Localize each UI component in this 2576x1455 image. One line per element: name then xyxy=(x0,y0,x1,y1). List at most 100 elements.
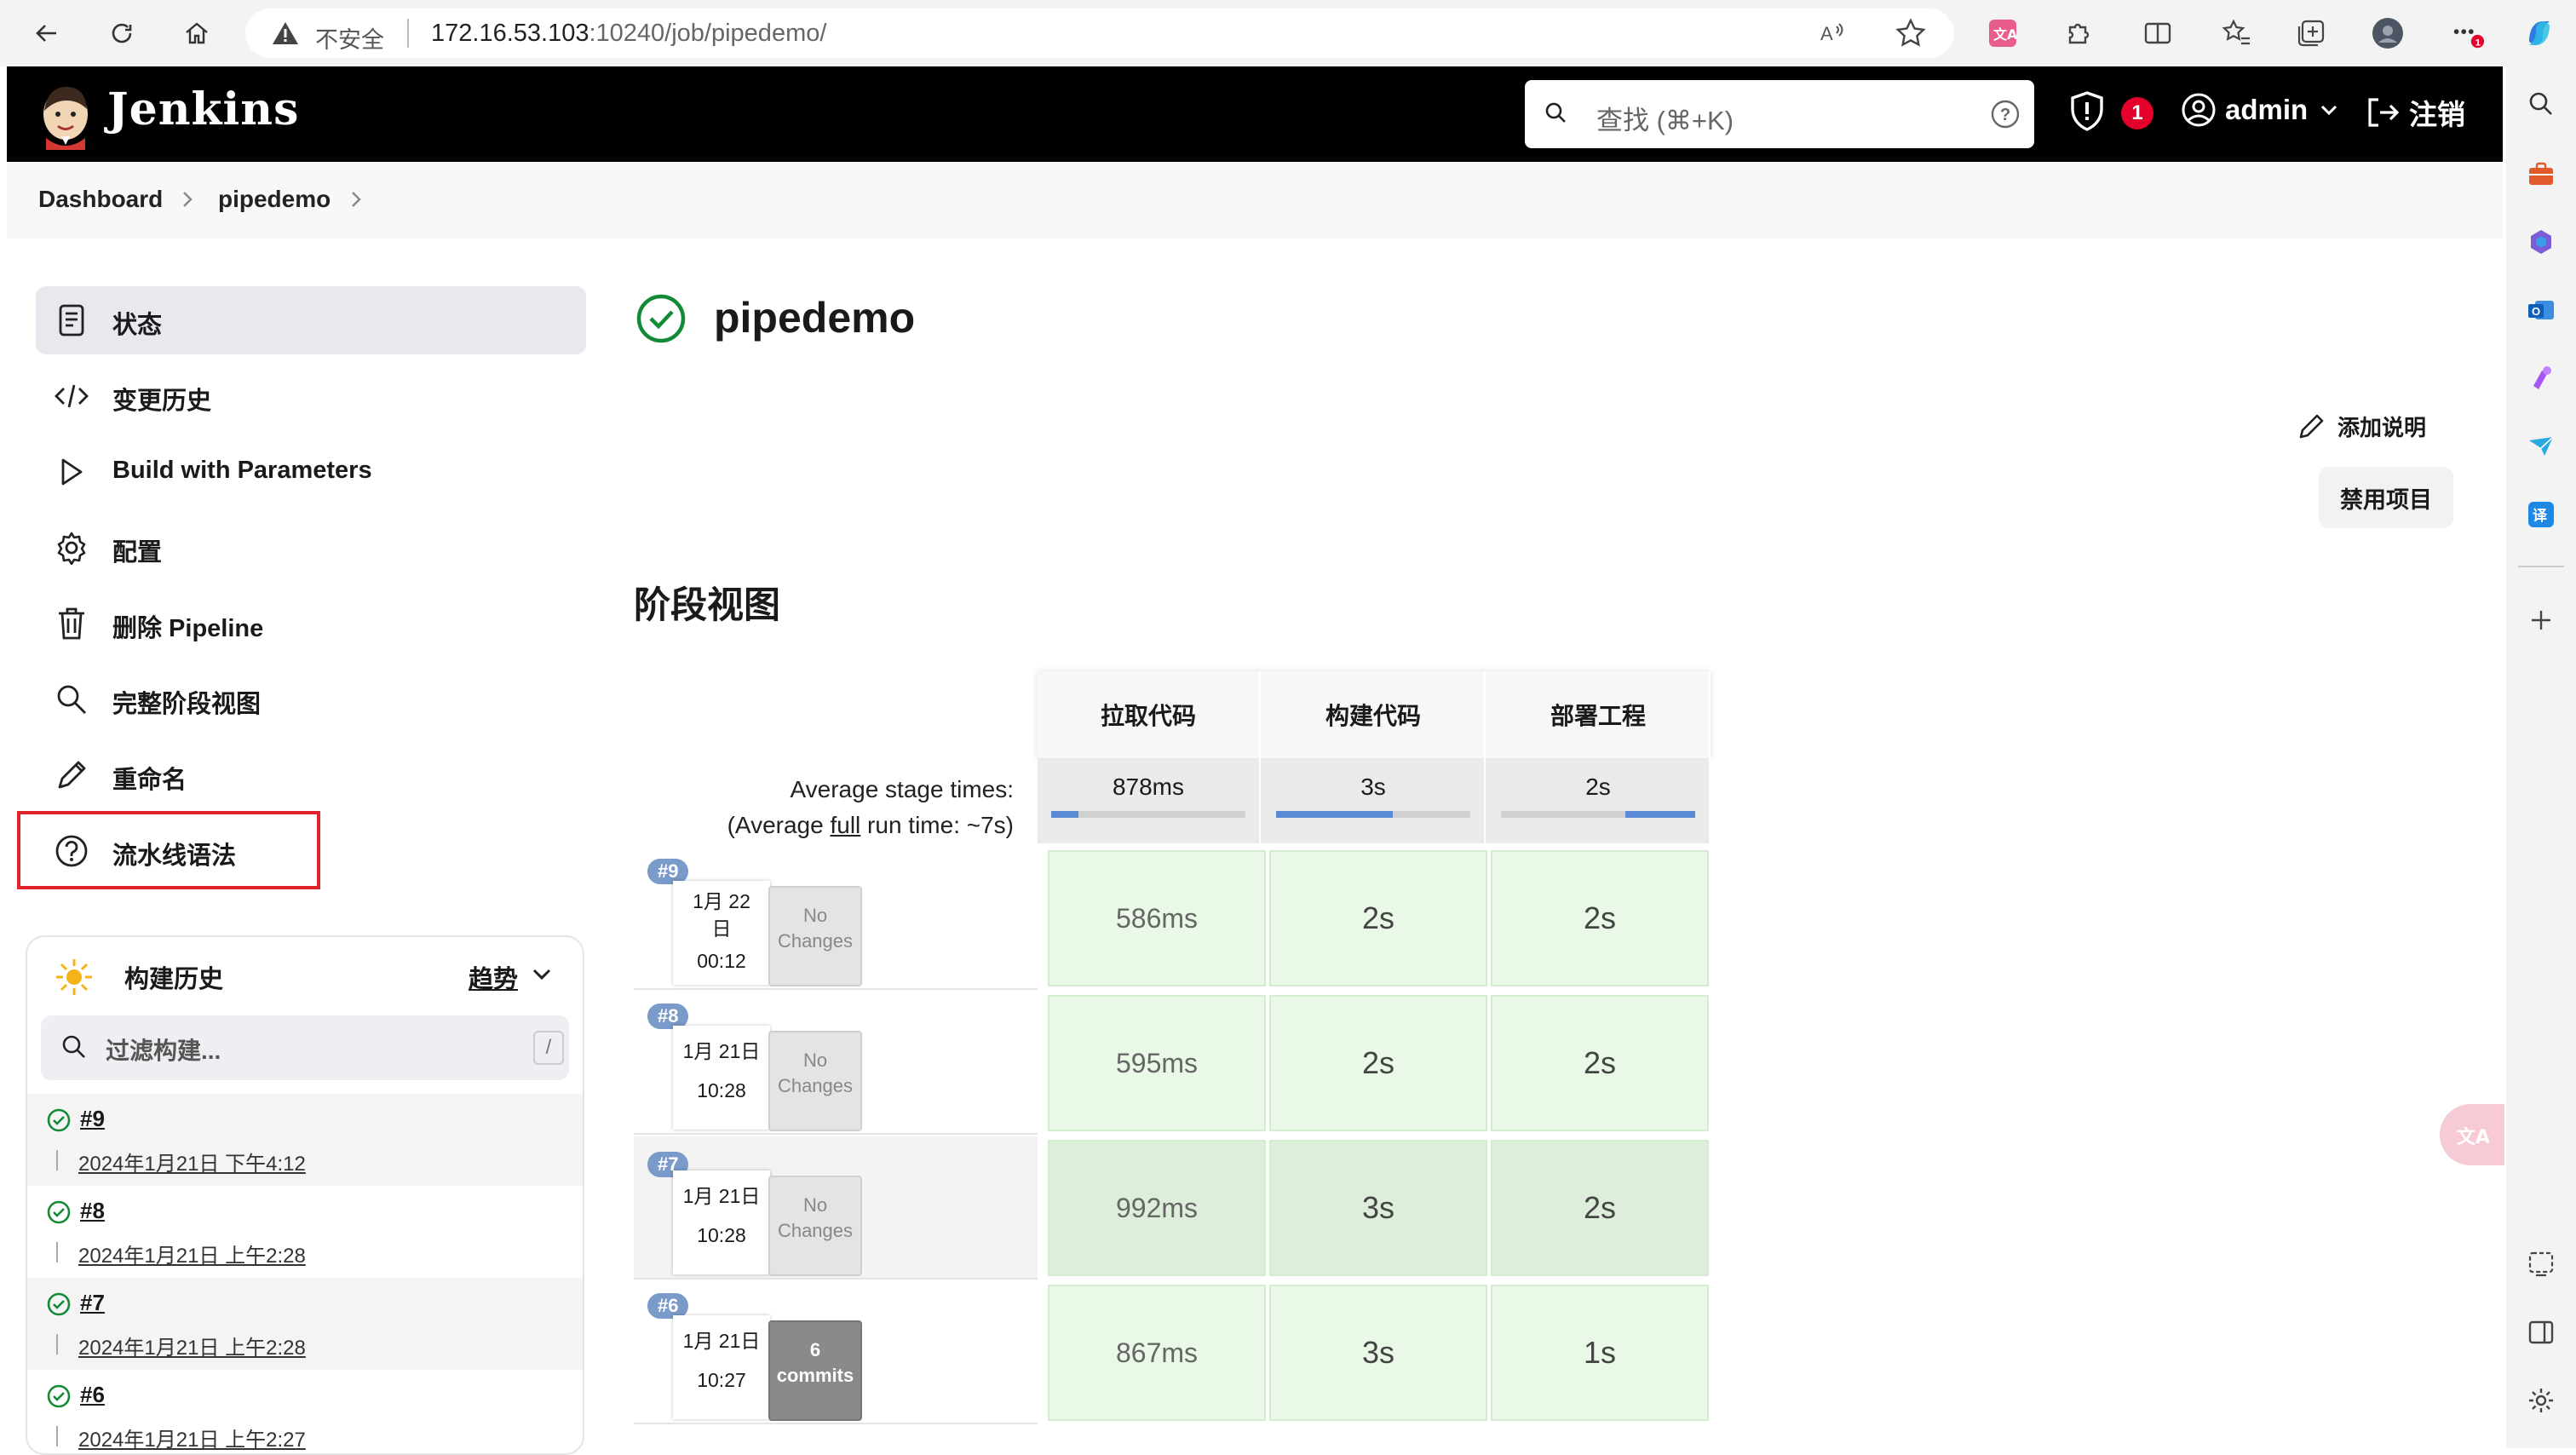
jenkins-title[interactable]: Jenkins xyxy=(107,83,299,135)
translate-extension-icon[interactable]: 文A xyxy=(1985,15,2021,51)
pencil-icon xyxy=(55,758,89,792)
sidebar-item-delete-pipeline[interactable]: 删除 Pipeline xyxy=(36,589,586,658)
breadcrumb-chevron-icon[interactable] xyxy=(348,187,365,211)
build-number-link[interactable]: #9 xyxy=(80,1106,105,1132)
favorite-star-icon[interactable] xyxy=(1893,15,1929,51)
build-filter-input[interactable]: 过滤构建... / xyxy=(41,1015,569,1080)
more-menu-icon[interactable]: 1 xyxy=(2450,15,2486,51)
profile-avatar-icon[interactable] xyxy=(2370,15,2406,51)
run-changes[interactable]: 6 commits xyxy=(768,1320,862,1421)
build-filter-placeholder: 过滤构建... xyxy=(106,1038,221,1064)
refresh-button[interactable] xyxy=(102,14,141,53)
disable-project-button[interactable]: 禁用项目 xyxy=(2319,467,2453,528)
favorites-list-icon[interactable] xyxy=(2218,15,2254,51)
sidebar-item-status[interactable]: 状态 xyxy=(36,286,586,354)
breadcrumb-dashboard[interactable]: Dashboard xyxy=(38,186,163,213)
build-history-row[interactable]: #7 2024年1月21日 上午2:28 xyxy=(27,1278,583,1370)
sidebar-games-icon[interactable] xyxy=(2524,361,2558,395)
avg-run-suffix: run time: ~7s) xyxy=(860,812,1014,838)
play-icon xyxy=(55,455,89,489)
build-date-link[interactable]: 2024年1月21日 上午2:28 xyxy=(78,1239,306,1268)
stage-cell[interactable]: 992ms xyxy=(1048,1140,1266,1276)
home-button[interactable] xyxy=(177,14,216,53)
build-history-row[interactable]: #8 2024年1月21日 上午2:28 xyxy=(27,1186,583,1278)
sidebar-settings-icon[interactable] xyxy=(2524,1383,2558,1418)
stage-header: 构建代码 xyxy=(1262,671,1486,758)
chevron-down-icon[interactable] xyxy=(532,968,552,981)
security-alert-badge[interactable]: 1 xyxy=(2121,97,2153,129)
sidebar-screenshot-icon[interactable] xyxy=(2524,1247,2558,1281)
logout-button[interactable]: 注销 xyxy=(2365,92,2465,133)
user-menu[interactable]: admin xyxy=(2181,92,2338,128)
stage-cell[interactable]: 2s xyxy=(1491,850,1709,986)
sidebar-item-changes[interactable]: 变更历史 xyxy=(36,362,586,430)
browser-toolbar: 不安全 172.16.53.103:10240/job/pipedemo/ A … xyxy=(0,0,2576,66)
sidebar-search-icon[interactable] xyxy=(2524,87,2558,121)
run-info: #6 1月 21日 10:27 6 commits xyxy=(634,1281,1038,1424)
jenkins-logo-icon[interactable] xyxy=(37,82,94,150)
build-history-row[interactable]: #6 2024年1月21日 上午2:27 xyxy=(27,1370,583,1453)
run-date: 1月 21日 10:28 xyxy=(673,1026,770,1130)
build-date-link[interactable]: 2024年1月21日 上午2:28 xyxy=(78,1331,306,1360)
search-help-icon[interactable]: ? xyxy=(1990,99,2021,129)
stage-cell[interactable]: 586ms xyxy=(1048,850,1266,986)
build-date-link[interactable]: 2024年1月21日 下午4:12 xyxy=(78,1147,306,1176)
sidebar-outlook-icon[interactable]: O xyxy=(2524,293,2558,327)
sidebar-translate-icon[interactable]: 译 xyxy=(2524,497,2558,532)
weather-sunny-icon xyxy=(53,956,95,998)
search-input[interactable]: 查找 (⌘+K) ? xyxy=(1525,80,2034,148)
breadcrumb-chevron-icon[interactable] xyxy=(179,187,196,211)
copilot-icon[interactable] xyxy=(2521,15,2557,51)
stage-cell[interactable]: 595ms xyxy=(1048,995,1266,1131)
address-bar[interactable]: 不安全 172.16.53.103:10240/job/pipedemo/ A xyxy=(245,9,1954,58)
security-shield-icon[interactable] xyxy=(2068,90,2106,131)
stage-cell[interactable]: 867ms xyxy=(1048,1285,1266,1421)
build-number-link[interactable]: #7 xyxy=(80,1290,105,1316)
success-check-icon xyxy=(46,1107,72,1133)
extensions-puzzle-icon[interactable] xyxy=(2060,15,2096,51)
status-doc-icon xyxy=(55,303,89,337)
svg-text:译: 译 xyxy=(2533,508,2548,525)
stage-cell[interactable]: 1s xyxy=(1491,1285,1709,1421)
sidebar-panel-icon[interactable] xyxy=(2524,1315,2558,1349)
sidebar-item-rename[interactable]: 重命名 xyxy=(36,741,586,809)
collections-icon[interactable] xyxy=(2293,15,2329,51)
sidebar-office-icon[interactable] xyxy=(2524,225,2558,259)
floating-translate-button[interactable]: 文A xyxy=(2440,1104,2504,1165)
sidebar-send-icon[interactable] xyxy=(2524,429,2558,463)
success-check-icon xyxy=(46,1199,72,1225)
stage-cell[interactable]: 3s xyxy=(1269,1285,1487,1421)
build-number-link[interactable]: #8 xyxy=(80,1198,105,1224)
stage-average-cell: 878ms xyxy=(1038,758,1261,843)
full-link[interactable]: full xyxy=(830,812,860,838)
back-button[interactable] xyxy=(27,14,66,53)
split-screen-icon[interactable] xyxy=(2140,15,2176,51)
run-info: #9 1月 22 日 00:12 No Changes xyxy=(634,847,1038,990)
build-number-link[interactable]: #6 xyxy=(80,1382,105,1408)
breadcrumb-pipedemo[interactable]: pipedemo xyxy=(218,186,331,213)
success-check-icon xyxy=(46,1291,72,1317)
filter-shortcut-key: / xyxy=(533,1031,564,1065)
sidebar-item-configure[interactable]: 配置 xyxy=(36,514,586,582)
build-history-row[interactable]: #9 2024年1月21日 下午4:12 xyxy=(27,1094,583,1186)
read-aloud-icon[interactable]: A xyxy=(1814,15,1850,51)
stage-cell[interactable]: 3s xyxy=(1269,1140,1487,1276)
sidebar-item-full-stage-view[interactable]: 完整阶段视图 xyxy=(36,665,586,733)
trend-link[interactable]: 趋势 xyxy=(469,959,518,995)
sidebar-add-icon[interactable] xyxy=(2524,603,2558,637)
sidebar-tools-icon[interactable] xyxy=(2524,157,2558,191)
sidebar-item-label: 状态 xyxy=(112,312,163,339)
stage-cell[interactable]: 2s xyxy=(1491,995,1709,1131)
search-placeholder: 查找 (⌘+K) xyxy=(1596,106,1734,135)
run-changes: No Changes xyxy=(768,886,862,986)
url-divider xyxy=(407,19,409,48)
run-date-line: 1月 22 xyxy=(693,890,750,912)
stage-cell[interactable]: 2s xyxy=(1491,1140,1709,1276)
url-host: 172.16.53.103 xyxy=(431,20,589,47)
stage-cell[interactable]: 2s xyxy=(1269,995,1487,1131)
stage-cell[interactable]: 2s xyxy=(1269,850,1487,986)
sidebar-item-label: 完整阶段视图 xyxy=(112,691,262,718)
sidebar-item-build-with-parameters[interactable]: Build with Parameters xyxy=(36,438,586,506)
row-divider xyxy=(56,1334,58,1354)
add-description-button[interactable]: 添加说明 xyxy=(2297,411,2426,442)
